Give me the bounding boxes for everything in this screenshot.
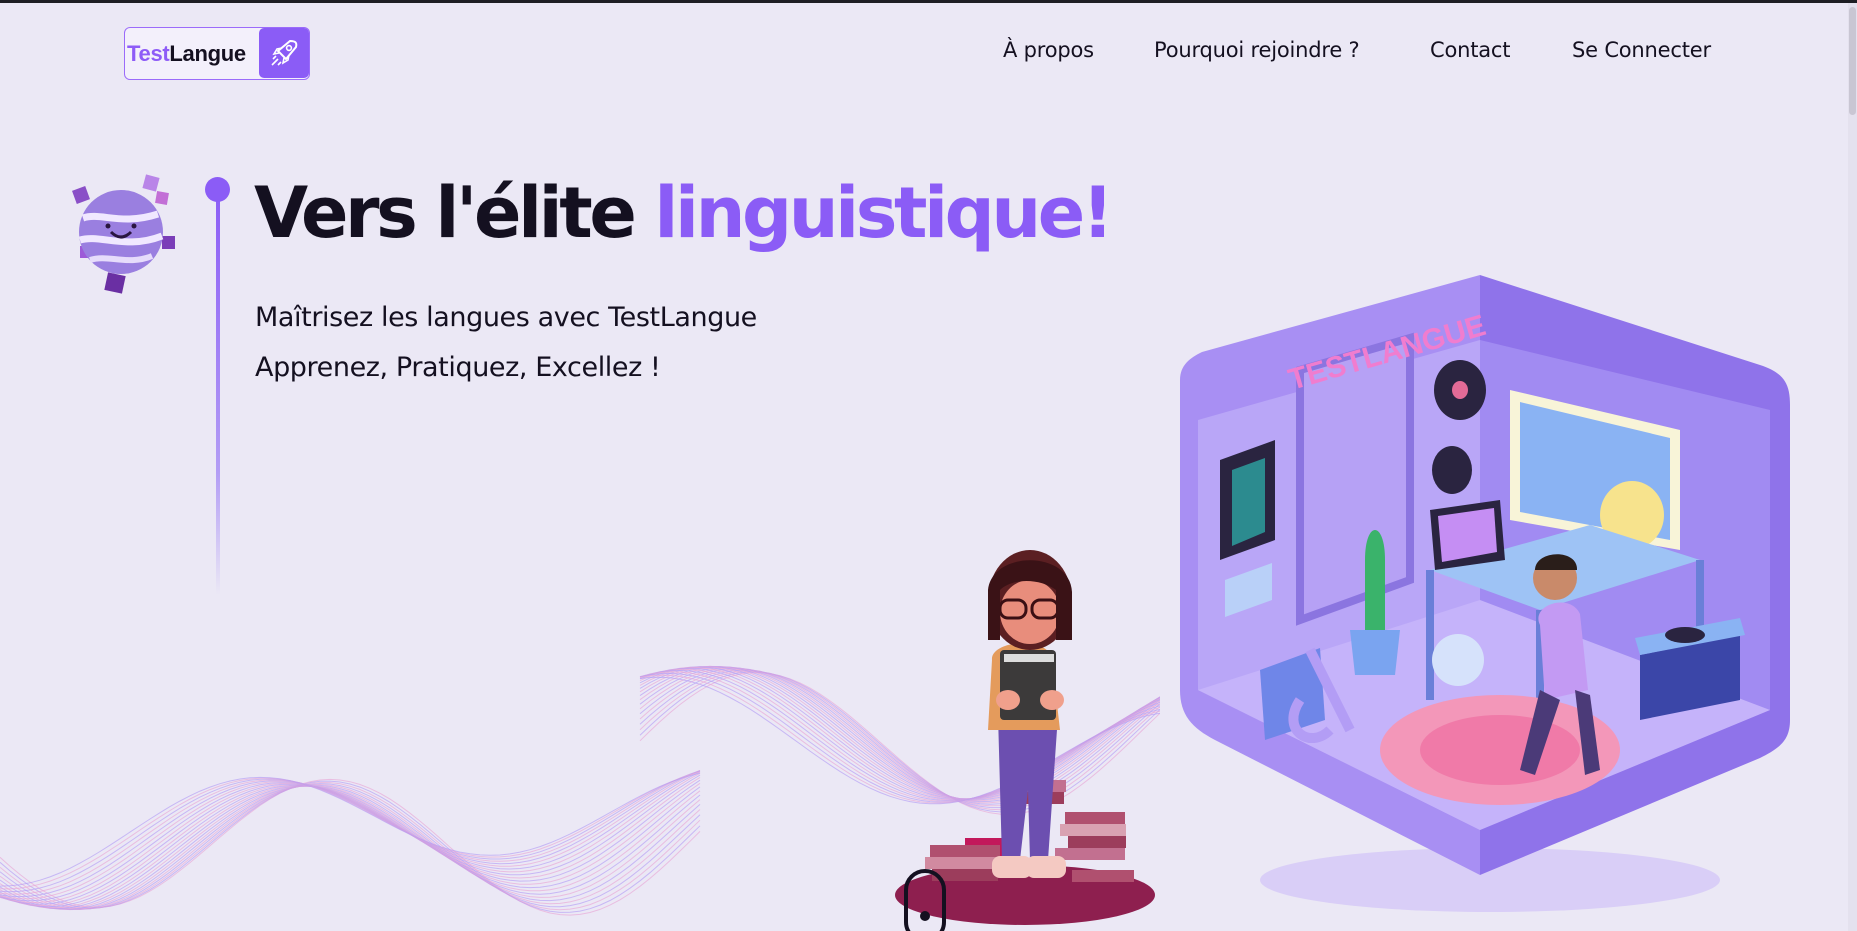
- hero-title-part1: Vers l'élite: [254, 172, 655, 254]
- logo-part-test: Test: [127, 40, 170, 66]
- window-top-edge: [0, 0, 1857, 3]
- mouse-scroll-icon[interactable]: [903, 868, 947, 931]
- nav-link-pourquoi-rejoindre[interactable]: Pourquoi rejoindre ?: [1154, 38, 1360, 62]
- nav-link-contact[interactable]: Contact: [1430, 38, 1511, 62]
- page-scrollbar[interactable]: [1848, 3, 1857, 931]
- hero-subtitle-line1: Maîtrisez les langues avec TestLangue: [255, 302, 757, 333]
- site-logo[interactable]: TestLangue: [124, 27, 310, 80]
- nav-link-se-connecter[interactable]: Se Connecter: [1572, 38, 1711, 62]
- logo-text: TestLangue: [125, 41, 246, 67]
- logo-part-langue: Langue: [169, 40, 246, 66]
- timeline-line: [216, 189, 220, 595]
- hero-subtitle-line2: Apprenez, Pratiquez, Excellez !: [255, 352, 661, 383]
- planet-mascot-icon: [72, 174, 175, 294]
- timeline-dot: [205, 177, 230, 202]
- hero-title: Vers l'élite linguistique!: [254, 170, 1114, 258]
- isometric-room-illustration: TESTLANGUE: [1180, 275, 1790, 912]
- hero-title-accent: linguistique!: [654, 172, 1113, 254]
- rocket-icon: [259, 28, 309, 78]
- scrollbar-thumb[interactable]: [1849, 7, 1856, 115]
- nav-link-a-propos[interactable]: À propos: [1003, 38, 1094, 62]
